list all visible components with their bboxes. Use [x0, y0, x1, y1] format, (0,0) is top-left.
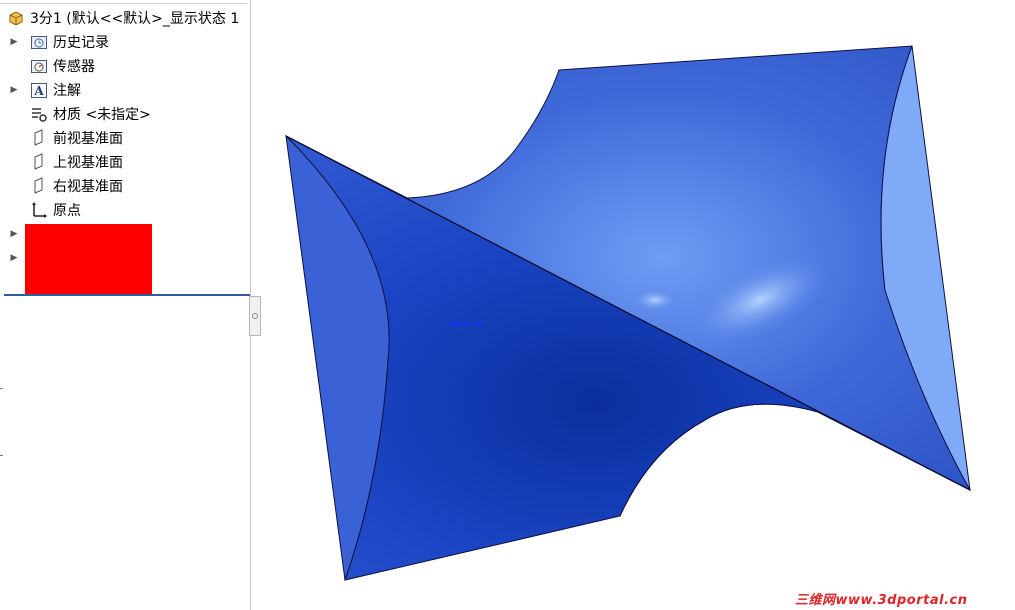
- tree-item-label: 材质 <未指定>: [53, 107, 151, 123]
- plane-icon: [29, 128, 49, 148]
- tree-item-origin[interactable]: 原点: [0, 199, 250, 221]
- tree-item-label: 历史记录: [53, 35, 109, 51]
- origin-icon: [29, 200, 49, 220]
- tree-edge-tick: [0, 455, 3, 456]
- tree-item-annotations[interactable]: ▶ A 注解: [0, 79, 250, 101]
- surface-highlight: [630, 288, 680, 312]
- sensor-icon: [29, 56, 49, 76]
- tree-edge-tick: [0, 388, 3, 389]
- tree-item-label: 上视基准面: [53, 155, 123, 171]
- tree-root-part[interactable]: 3分1 (默认<<默认>_显示状态 1: [0, 7, 250, 29]
- tree-item-label: 原点: [53, 203, 81, 219]
- tree-item-material[interactable]: 材质 <未指定>: [0, 103, 250, 125]
- history-folder-icon: [29, 32, 49, 52]
- site-watermark: 三维网www.3dportal.cn: [795, 593, 968, 608]
- redacted-features-block: [25, 224, 152, 294]
- tree-top-border: [0, 0, 247, 4]
- expand-arrow-icon[interactable]: ▶: [10, 247, 18, 269]
- tree-item-sensors[interactable]: 传感器: [0, 55, 250, 77]
- tree-item-label: 注解: [53, 83, 81, 99]
- tree-item-label: 传感器: [53, 59, 95, 75]
- material-icon: [29, 104, 49, 124]
- plane-icon: [29, 152, 49, 172]
- part-icon: [6, 8, 26, 28]
- expand-arrow-icon[interactable]: ▶: [10, 31, 18, 53]
- tree-item-right-plane[interactable]: 右视基准面: [0, 175, 250, 197]
- expand-arrow-icon[interactable]: ▶: [10, 79, 18, 101]
- feature-manager-tree: 3分1 (默认<<默认>_显示状态 1 ▶ 历史记录 传感器 ▶ A 注解 材质…: [0, 0, 251, 610]
- tree-item-front-plane[interactable]: 前视基准面: [0, 127, 250, 149]
- tree-item-history[interactable]: ▶ 历史记录: [0, 31, 250, 53]
- rollback-bar[interactable]: [4, 294, 250, 296]
- tree-item-label: 右视基准面: [53, 179, 123, 195]
- plane-icon: [29, 176, 49, 196]
- root-label: 3分1 (默认<<默认>_显示状态 1: [30, 11, 240, 27]
- expand-arrow-icon[interactable]: ▶: [10, 223, 18, 245]
- graphics-viewport[interactable]: [252, 0, 1015, 610]
- svg-text:A: A: [33, 84, 44, 98]
- annotation-icon: A: [29, 80, 49, 100]
- tree-item-label: 前视基准面: [53, 131, 123, 147]
- tree-item-top-plane[interactable]: 上视基准面: [0, 151, 250, 173]
